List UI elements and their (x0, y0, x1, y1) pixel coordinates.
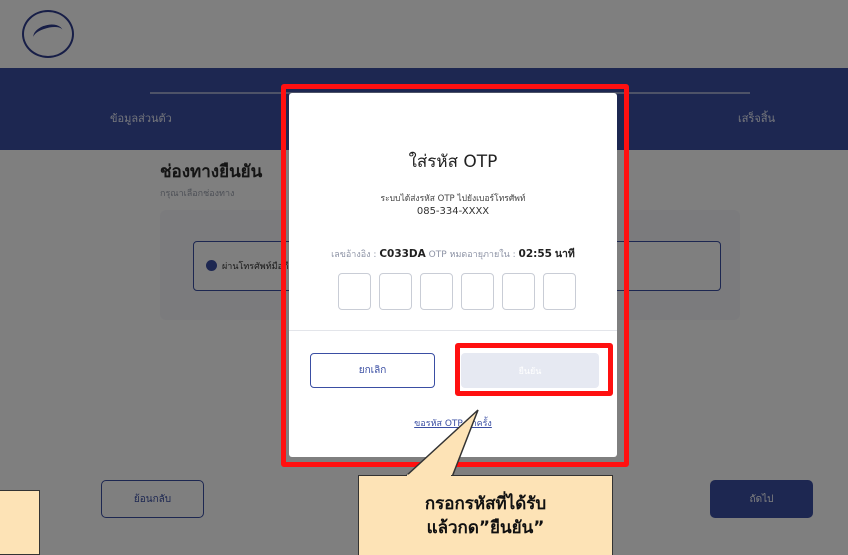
side-callout (0, 490, 40, 555)
callout-line-2: แล้วกด”ยืนยัน” (426, 517, 545, 538)
dialog-highlight-frame (281, 84, 629, 467)
instruction-callout: กรอกรหัสที่ได้รับ แล้วกด”ยืนยัน” (358, 475, 613, 555)
confirm-highlight-frame (455, 343, 613, 396)
callout-line-1: กรอกรหัสที่ได้รับ (424, 493, 547, 514)
